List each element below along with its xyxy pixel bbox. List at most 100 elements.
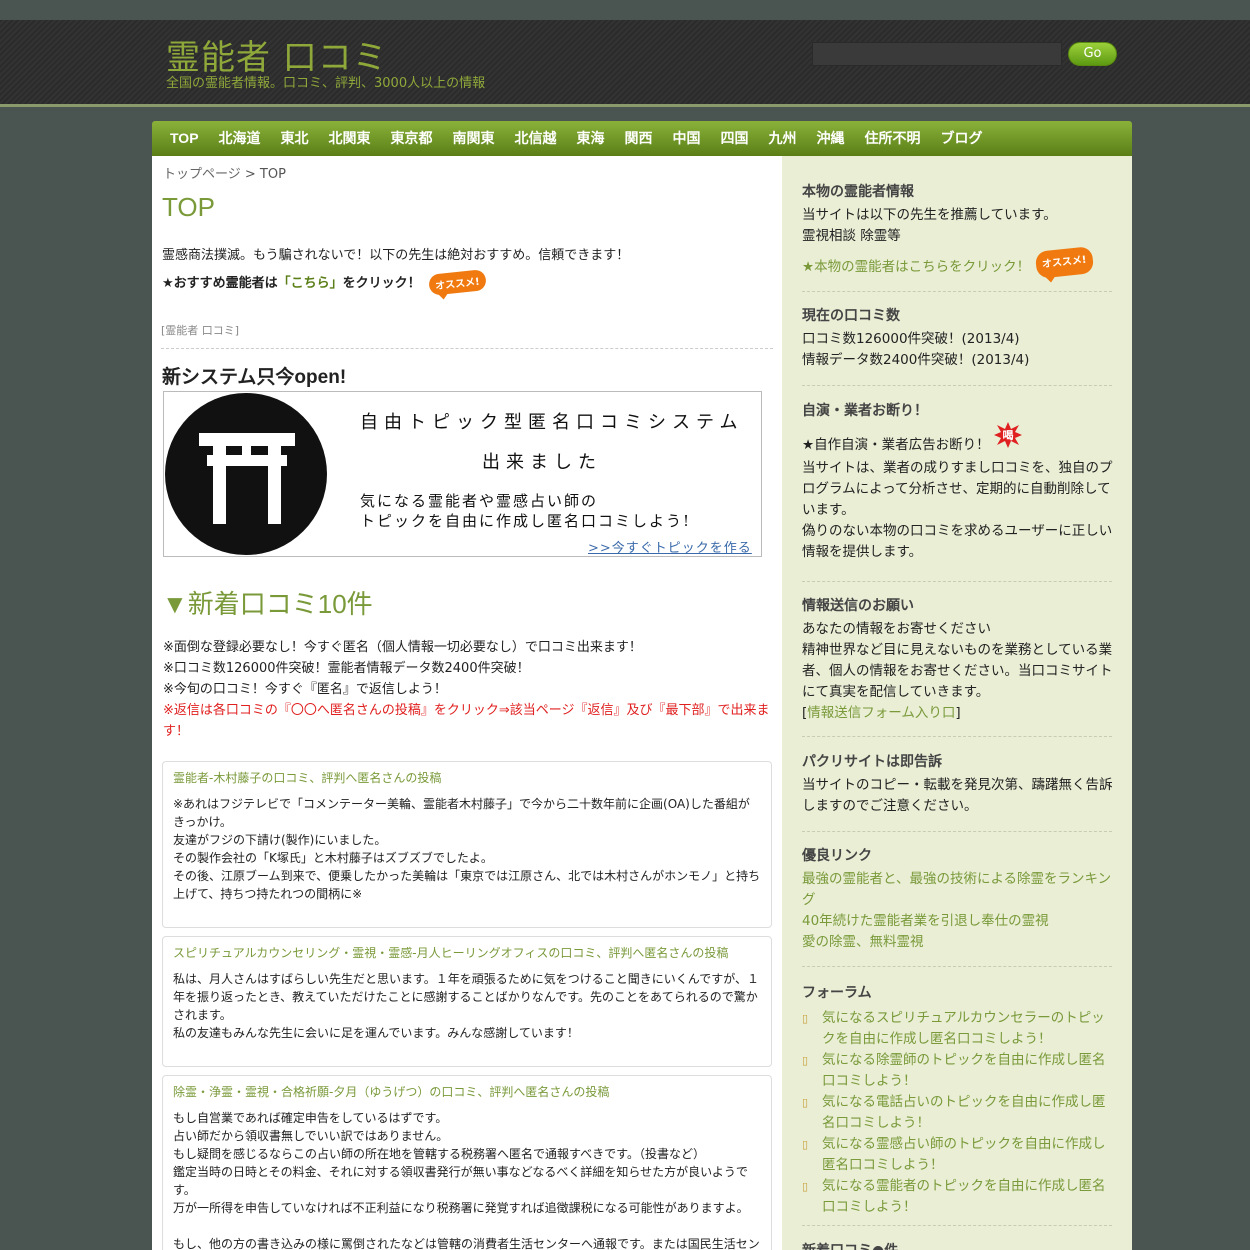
search-button[interactable]: Go [1068, 42, 1117, 66]
page-icon: ▯ [802, 1180, 809, 1193]
category-tag[interactable]: [霊能者 口コミ] [161, 322, 239, 338]
new-reviews-heading: ▼新着口コミ10件 [162, 589, 373, 619]
partner-link[interactable]: 最強の霊能者と、最強の技術による除霊をランキング [802, 871, 1111, 908]
recommended-link[interactable]: 「こちら」 [278, 276, 343, 291]
widget-no-shills: 自演・業者お断り！ ★自作自演・業者広告お断り！ 喝 当サイトは、業者の成りすま… [802, 400, 1114, 563]
breadcrumb: トップページ > TOP [163, 163, 286, 182]
divider [161, 348, 773, 349]
search-input[interactable] [812, 42, 1062, 66]
divider [802, 291, 1112, 292]
forum-item-label[interactable]: 気になる霊能者のトピックを自由に作成し匿名口コミしよう！ [822, 1176, 1114, 1218]
widget-text: 当サイトのコピー・転載を発見次第、躊躇無く告訴しますのでご注意ください。 [802, 777, 1113, 814]
nav-item-okinawa[interactable]: 沖縄 [807, 121, 855, 156]
nav-item-shikoku[interactable]: 四国 [711, 121, 759, 156]
nav-item-kansai[interactable]: 関西 [615, 121, 663, 156]
recommended-prefix: ★おすすめ霊能者は [162, 276, 278, 291]
nav-item-unknown-address[interactable]: 住所不明 [855, 121, 931, 156]
nav-item-hokushinetsu[interactable]: 北信越 [505, 121, 567, 156]
review-card: 霊能者-木村藤子の口コミ、評判へ匿名さんの投稿 ※あれはフジテレビで「コメンテー… [162, 761, 772, 928]
breadcrumb-separator: > [240, 167, 260, 182]
widget-links: 優良リンク 最強の霊能者と、最強の技術による除霊をランキング 40年続けた霊能者… [802, 845, 1114, 953]
review-body: ※あれはフジテレビで「コメンテーター美輪、霊能者木村藤子」で今から二十数年前に企… [173, 797, 761, 901]
note-line: ※面倒な登録必要なし！今すぐ匿名（個人情報一切必要なし）で口コミ出来ます！ [163, 640, 642, 655]
review-body: 私は、月人さんはすばらしい先生だと思います。１年を頑張るために気をつけること聞き… [173, 972, 759, 1040]
widget-text-row: ★自作自演・業者広告お断り！ 喝 [802, 422, 1114, 458]
osusume-badge: オススメ! [428, 269, 487, 296]
review-body: もし自営業であれば確定申告をしているはずです。 占い師だから領収書無しでいい訳で… [173, 1111, 760, 1250]
nav-item-top[interactable]: TOP [160, 121, 209, 156]
partner-link[interactable]: 40年続けた霊能者業を引退し奉仕の霊視 [802, 913, 1049, 929]
nav-item-tokai[interactable]: 東海 [567, 121, 615, 156]
main-nav: TOP 北海道 東北 北関東 東京都 南関東 北信越 東海 関西 中国 四国 九… [152, 121, 1132, 156]
banner-text-2: トピックを自由に作成し匿名口コミしよう! [360, 512, 692, 530]
widget-text: ★自作自演・業者広告お断り！ [802, 437, 990, 453]
review-title-link[interactable]: 除霊・浄霊・霊視・合格祈願-夕月（ゆうげつ）の口コミ、評判へ匿名さんの投稿 [173, 1083, 761, 1100]
breadcrumb-current: TOP [259, 167, 286, 182]
widget-text: 口コミ数126000件突破！(2013/4) [802, 331, 1020, 347]
nav-item-chugoku[interactable]: 中国 [663, 121, 711, 156]
notes-block: ※面倒な登録必要なし！今すぐ匿名（個人情報一切必要なし）で口コミ出来ます！ ※口… [163, 637, 773, 742]
widget-text: 霊視相談 除霊等 [802, 228, 901, 244]
forum-item-label[interactable]: 気になるスピリチュアルカウンセラーのトピックを自由に作成し匿名口コミしよう！ [822, 1008, 1114, 1050]
widget-review-count: 現在の口コミ数 口コミ数126000件突破！(2013/4) 情報データ数240… [802, 305, 1114, 371]
review-title-link[interactable]: スピリチュアルカウンセリング・霊視・霊感-月人ヒーリングオフィスの口コミ、評判へ… [173, 944, 761, 961]
forum-item[interactable]: ▯ 気になる霊能者のトピックを自由に作成し匿名口コミしよう！ [802, 1176, 1114, 1218]
forum-item[interactable]: ▯ 気になるスピリチュアルカウンセラーのトピックを自由に作成し匿名口コミしよう！ [802, 1008, 1114, 1050]
real-psychics-link[interactable]: ★本物の霊能者はこちらをクリック！ [802, 259, 1030, 275]
review-title-link[interactable]: 霊能者-木村藤子の口コミ、評判へ匿名さんの投稿 [173, 769, 761, 786]
partner-link[interactable]: 愛の除霊、無料霊視 [802, 934, 924, 950]
nav-item-minamikanto[interactable]: 南関東 [443, 121, 505, 156]
review-card: 除霊・浄霊・霊視・合格祈願-夕月（ゆうげつ）の口コミ、評判へ匿名さんの投稿 もし… [162, 1075, 772, 1250]
nav-item-blog[interactable]: ブログ [931, 121, 993, 156]
info-form-link[interactable]: 情報送信フォーム入り口 [807, 705, 955, 721]
page-icon: ▯ [802, 1096, 809, 1109]
widget-forum: フォーラム ▯ 気になるスピリチュアルカウンセラーのトピックを自由に作成し匿名口コ… [802, 982, 1114, 1218]
widget-link-row: [情報送信フォーム入り口] [802, 703, 1114, 724]
forum-item[interactable]: ▯ 気になる電話占いのトピックを自由に作成し匿名口コミしよう！ [802, 1092, 1114, 1134]
main-content: トップページ > TOP TOP 霊感商法撲滅。もう騙されないで！以下の先生は絶… [152, 156, 782, 1250]
forum-item[interactable]: ▯ 気になる霊感占い師のトピックを自由に作成し匿名口コミしよう！ [802, 1134, 1114, 1176]
nav-item-kitakanto[interactable]: 北関東 [319, 121, 381, 156]
divider [802, 831, 1112, 832]
widget-title: フォーラム [802, 985, 872, 1001]
widget-text: あなたの情報をお寄せください 精神世界など目に見えないものを業務としている業者、… [802, 621, 1113, 700]
katsu-label: 喝 [1002, 429, 1013, 442]
widget-title: 自演・業者お断り！ [802, 403, 928, 419]
widget-info-request: 情報送信のお願い あなたの情報をお寄せください 精神世界など目に見えないものを業… [802, 595, 1114, 724]
widget-new-reviews: 新着口コミ●件 [802, 1240, 1114, 1250]
divider [802, 581, 1112, 582]
topic-system-banner[interactable]: 自由トピック型匿名口コミシステム 出来ました 気になる霊能者や霊感占い師の トピ… [163, 391, 762, 557]
widget-title: パクリサイトは即告訴 [802, 754, 942, 770]
nav-item-kyushu[interactable]: 九州 [759, 121, 807, 156]
widget-text: 当サイトは、業者の成りすまし口コミを、独自のプログラムによって分析させ、定期的に… [802, 460, 1113, 560]
recommended-suffix: をクリック！ [342, 276, 421, 291]
breadcrumb-home-link[interactable]: トップページ [163, 167, 241, 182]
nav-item-tohoku[interactable]: 東北 [271, 121, 319, 156]
nav-item-hokkaido[interactable]: 北海道 [209, 121, 271, 156]
forum-item-label[interactable]: 気になる霊感占い師のトピックを自由に作成し匿名口コミしよう！ [822, 1134, 1114, 1176]
sidebar: 本物の霊能者情報 当サイトは以下の先生を推薦しています。 霊視相談 除霊等 ★本… [782, 156, 1132, 1250]
nav-item-tokyo[interactable]: 東京都 [381, 121, 443, 156]
note-line: ※今旬の口コミ！今すぐ『匿名』で返信しよう！ [163, 682, 447, 697]
divider [802, 385, 1112, 386]
banner-text-1: 気になる霊能者や霊感占い師の [360, 492, 599, 510]
widget-title: 優良リンク [802, 848, 872, 864]
divider [802, 736, 1112, 737]
page-title: TOP [162, 192, 215, 222]
forum-item[interactable]: ▯ 気になる除霊師のトピックを自由に作成し匿名口コミしよう！ [802, 1050, 1114, 1092]
create-topic-link[interactable]: >>今すぐトピックを作る [588, 537, 752, 556]
widget-text: 当サイトは以下の先生を推薦しています。 [802, 207, 1057, 223]
widget-link-row: ★本物の霊能者はこちらをクリック！ オススメ! [802, 246, 1114, 282]
widget-text: 情報データ数2400件突破！(2013/4) [802, 352, 1030, 368]
osusume-badge: オススメ! [1035, 246, 1095, 279]
forum-item-label[interactable]: 気になる除霊師のトピックを自由に作成し匿名口コミしよう！ [822, 1050, 1114, 1092]
widget-real-psychics: 本物の霊能者情報 当サイトは以下の先生を推薦しています。 霊視相談 除霊等 ★本… [802, 181, 1114, 282]
page-icon: ▯ [802, 1138, 809, 1151]
widget-title: 本物の霊能者情報 [802, 184, 914, 200]
divider [802, 966, 1112, 967]
bracket: ] [955, 705, 961, 721]
page-icon: ▯ [802, 1012, 809, 1025]
page-icon: ▯ [802, 1054, 809, 1067]
forum-item-label[interactable]: 気になる電話占いのトピックを自由に作成し匿名口コミしよう！ [822, 1092, 1114, 1134]
new-system-heading: 新システム只今open! [162, 367, 347, 388]
